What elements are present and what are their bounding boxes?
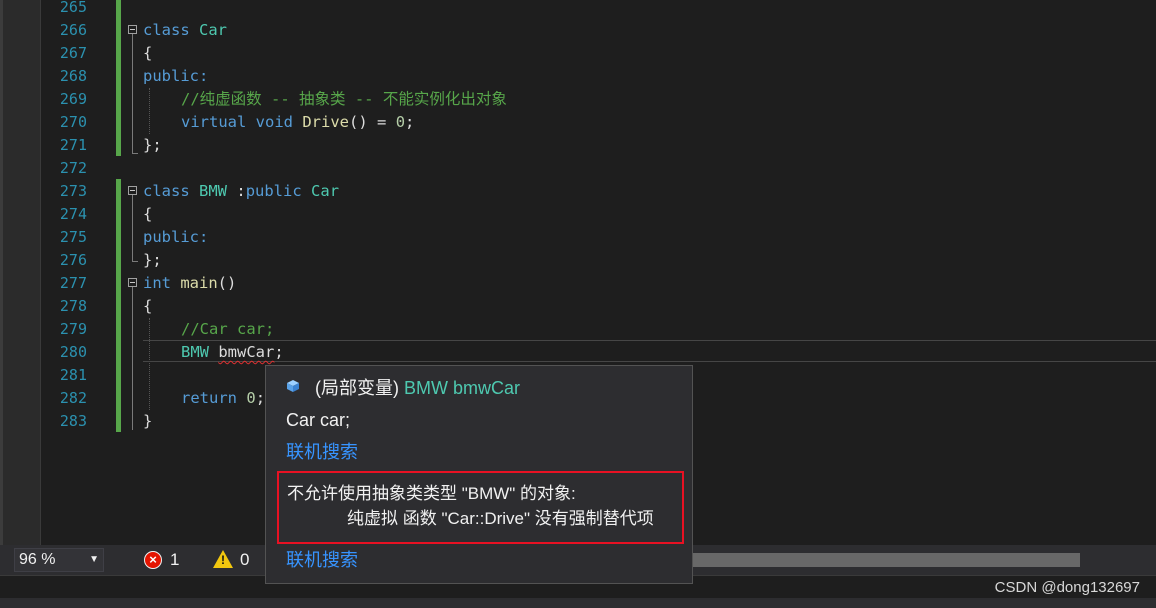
keyword: void <box>255 113 293 131</box>
header-type: BMW <box>404 378 449 398</box>
error-count[interactable]: 1 <box>170 549 179 571</box>
error-message-box: 不允许使用抽象类类型 "BMW" 的对象: 纯虚拟 函数 "Car::Drive… <box>277 471 684 544</box>
line-number: 275 <box>59 228 87 246</box>
indent-guide <box>149 318 150 410</box>
keyword: class <box>143 21 190 39</box>
line-number: 278 <box>59 297 87 315</box>
line-number: 279 <box>59 320 87 338</box>
number-literal: 0 <box>395 113 406 131</box>
header-variable-name: bmwCar <box>453 378 521 398</box>
line-number: 266 <box>59 21 87 39</box>
chevron-down-icon: ▼ <box>89 554 99 565</box>
code-preview: Car car; <box>286 410 351 430</box>
line-number: 267 <box>59 44 87 62</box>
punctuation: ; <box>274 343 284 361</box>
zoom-value: 96 % <box>19 551 56 568</box>
local-variable-cube-icon <box>287 380 299 392</box>
line-number: 269 <box>59 90 87 108</box>
code-line-266: class Car <box>143 19 227 42</box>
line-number: 270 <box>59 113 87 131</box>
outline-line <box>132 195 133 261</box>
outline-line <box>132 287 133 430</box>
online-search-link[interactable]: 联机搜索 <box>286 548 358 572</box>
code-comment: //Car car; <box>181 320 275 338</box>
function-name: main <box>180 274 218 292</box>
collapse-icon[interactable] <box>128 278 137 287</box>
code-line-283: } <box>143 412 153 430</box>
keyword: virtual <box>181 113 247 131</box>
indent-guide <box>149 88 150 134</box>
function-name: Drive <box>302 113 350 131</box>
line-number: 271 <box>59 136 87 154</box>
code-line-273: class BMW :public Car <box>143 180 339 203</box>
number-literal: 0 <box>246 389 256 407</box>
line-number: 272 <box>59 159 87 177</box>
horizontal-scrollbar[interactable] <box>690 553 1080 567</box>
line-number: 273 <box>59 182 87 200</box>
line-number: 268 <box>59 67 87 85</box>
code-line-277: int main() <box>143 272 236 295</box>
code-line-282: return 0; <box>181 387 265 410</box>
line-number: 283 <box>59 412 87 430</box>
code-line-276: }; <box>143 251 162 269</box>
keyword: int <box>143 274 171 292</box>
error-squiggle-variable[interactable]: bmwCar <box>218 343 274 361</box>
keyword: public <box>245 182 302 200</box>
code-line-278: { <box>143 297 153 315</box>
punctuation: () <box>217 274 237 292</box>
line-number: 280 <box>59 343 87 361</box>
punctuation: ; <box>255 389 266 407</box>
collapse-icon[interactable] <box>128 186 137 195</box>
line-number: 276 <box>59 251 87 269</box>
line-number: 265 <box>59 0 87 16</box>
keyword: class <box>143 182 190 200</box>
punctuation: () = <box>349 113 396 131</box>
code-line-274: { <box>143 205 153 223</box>
outline-end <box>132 261 138 262</box>
change-marker <box>116 179 121 432</box>
warning-mark: ! <box>221 553 225 567</box>
code-line-270: virtual void Drive() = 0; <box>181 111 414 134</box>
code-line-268: public: <box>143 67 209 85</box>
punctuation: ; <box>405 113 415 131</box>
collapse-icon[interactable] <box>128 25 137 34</box>
zoom-dropdown[interactable]: 96 % ▼ <box>14 548 104 572</box>
watermark: CSDN @dong132697 <box>994 579 1140 596</box>
outline-line <box>132 34 133 153</box>
error-line-2: 纯虚拟 函数 "Car::Drive" 没有强制替代项 <box>347 509 654 528</box>
outline-end <box>132 153 138 154</box>
line-number: 277 <box>59 274 87 292</box>
class-name: Car <box>311 182 340 200</box>
code-line-280: BMW bmwCar; <box>181 341 284 364</box>
online-search-link[interactable]: 联机搜索 <box>286 440 358 464</box>
code-line-267: { <box>143 44 153 62</box>
code-comment: //纯虚函数 -- 抽象类 -- 不能实例化出对象 <box>181 90 507 108</box>
class-name: Car <box>199 21 228 39</box>
code-line-275: public: <box>143 228 209 246</box>
quick-info-tooltip[interactable]: (局部变量) BMW bmwCar Car car; 联机搜索 不允许使用抽象类… <box>265 365 693 584</box>
warning-count[interactable]: 0 <box>240 549 249 571</box>
keyword: return <box>181 389 237 407</box>
code-line-271: }; <box>143 136 162 154</box>
left-margin <box>0 0 41 545</box>
line-number: 274 <box>59 205 87 223</box>
class-name: BMW <box>199 182 228 200</box>
current-line-highlight <box>143 340 1156 362</box>
punctuation: : <box>227 182 246 200</box>
class-name: BMW <box>181 343 209 361</box>
line-number: 282 <box>59 389 87 407</box>
tooltip-header: (局部变量) BMW bmwCar <box>315 376 520 400</box>
error-line-1: 不允许使用抽象类类型 "BMW" 的对象: <box>287 484 576 503</box>
margin-strip <box>0 0 3 545</box>
header-prefix: (局部变量) <box>315 378 399 398</box>
line-number: 281 <box>59 366 87 384</box>
change-marker <box>116 0 121 156</box>
error-icon[interactable]: × <box>144 551 162 569</box>
